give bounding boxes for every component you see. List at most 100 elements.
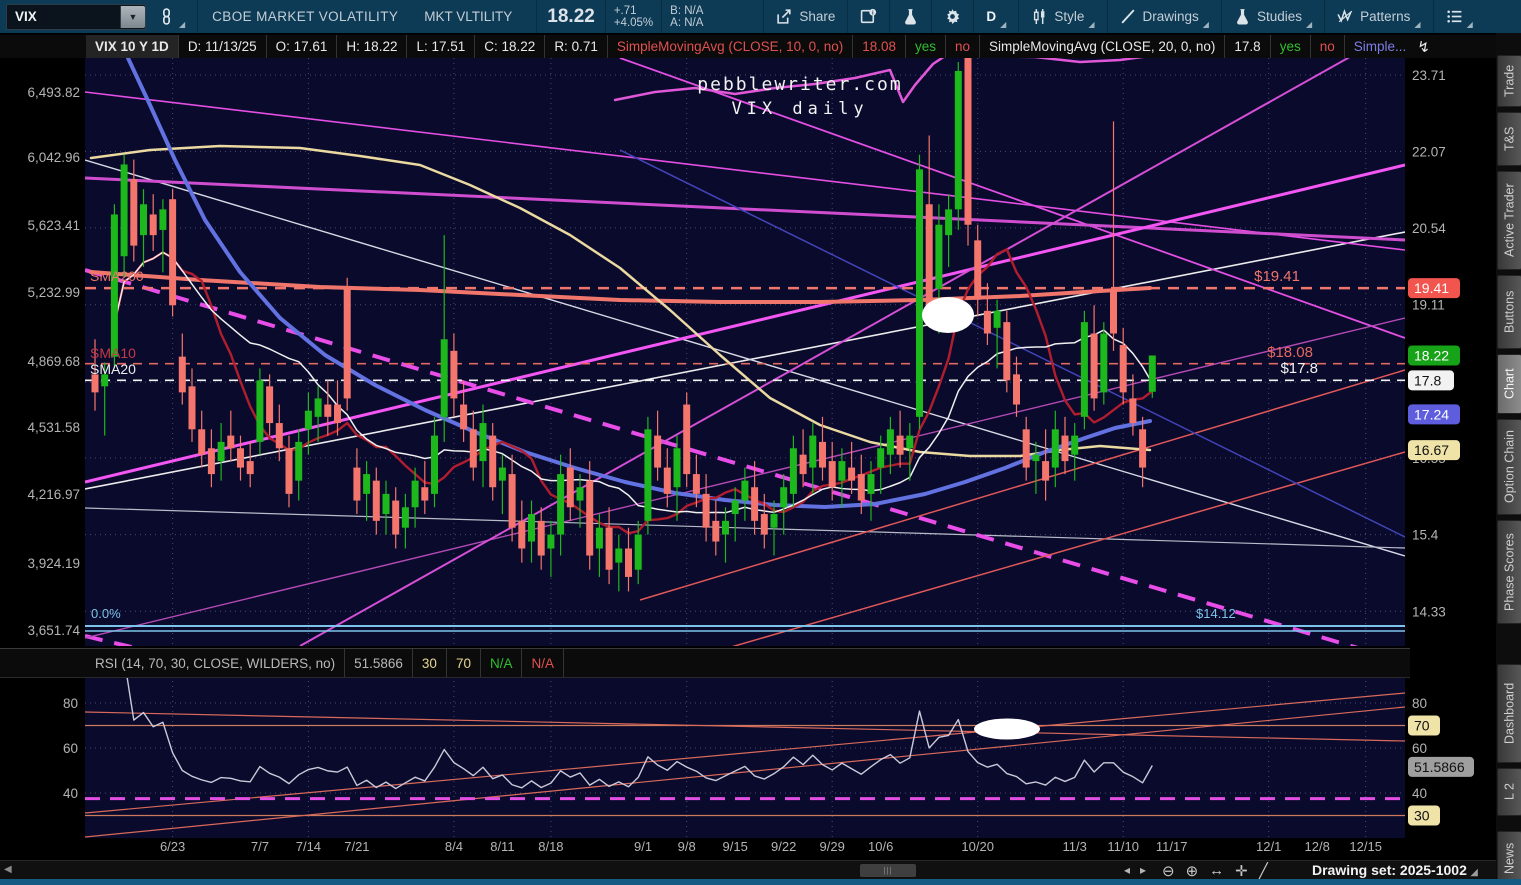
symbol-input[interactable]: VIX ▼ (6, 3, 146, 30)
ohlc-range: R: 0.71 (545, 35, 608, 58)
candle-body (343, 288, 351, 399)
candle-body (557, 474, 565, 535)
draw-line-icon[interactable]: ╱ (1259, 862, 1268, 880)
drawings-button[interactable]: Drawings ◢ (1108, 0, 1221, 33)
candle-body (566, 467, 574, 508)
style-button[interactable]: Style ◢ (1019, 0, 1106, 33)
calendar-info-icon: i (861, 8, 877, 24)
rsi-right-axis-label: 80 (1412, 696, 1427, 711)
candle-body (1061, 435, 1069, 462)
candle-body (1003, 322, 1011, 381)
candle-body (285, 448, 293, 494)
sidebar-tab-option-chain[interactable]: Option Chain (1497, 419, 1521, 515)
sma10-hide-toggle[interactable]: no (946, 35, 981, 58)
candle-body (722, 520, 729, 535)
sma10-show-toggle[interactable]: yes (906, 35, 947, 58)
candle-body (1110, 288, 1117, 334)
chart-menu-button[interactable]: ◢ (1434, 0, 1485, 33)
x-axis-label: 12/8 (1305, 839, 1330, 854)
sidebar-tab-t-s[interactable]: T&S (1497, 112, 1521, 166)
right-axis-label: 22.07 (1412, 144, 1446, 159)
candle-body (751, 487, 759, 521)
sidebar-tab-chart[interactable]: Chart (1497, 354, 1521, 414)
symbol-dropdown-button[interactable]: ▼ (120, 5, 145, 28)
scroll-left-arrow[interactable]: ◀ (4, 864, 12, 875)
drawing-cursor-icon[interactable]: ↯ (1417, 35, 1430, 58)
candle-body (576, 487, 584, 501)
price-badge-text: 16.67 (1414, 442, 1449, 458)
candle-body (848, 467, 856, 481)
sidebar-tab-dashboard[interactable]: Dashboard (1497, 664, 1521, 763)
sidebar-tab-active-trader[interactable]: Active Trader (1497, 171, 1521, 270)
pan-right-icon[interactable]: ▸ (1140, 863, 1156, 877)
sidebar-tab-l-2[interactable]: L 2 (1497, 768, 1521, 816)
link-button[interactable]: ◢ (146, 0, 197, 33)
rsi-badge-text: 70 (1414, 718, 1430, 734)
candle-body (1139, 429, 1147, 468)
share-button[interactable]: Share (764, 0, 847, 33)
pan-left-icon[interactable]: ◂ (1124, 863, 1140, 877)
candle-body (615, 548, 623, 563)
chart-ohlc-strip: VIX 10 Y 1D D: 11/13/25 O: 17.61 H: 18.2… (0, 35, 1496, 58)
candle-body (692, 474, 700, 494)
candle-body (489, 435, 497, 488)
candle-body (110, 214, 118, 357)
candle-body (654, 435, 662, 468)
candle-body (663, 467, 671, 494)
candle-body (237, 448, 244, 468)
main-chart[interactable]: $19.41 $18.08$17.8 SMA200 SMA10SMA20 0.0% $14… (0, 33, 1496, 860)
candle-body (537, 520, 545, 556)
sidebar-tab-buttons[interactable]: Buttons (1497, 275, 1521, 349)
candle-body (993, 310, 1001, 328)
rsi-low-level[interactable]: 30 (413, 649, 447, 677)
right-axis-label: 14.33 (1412, 604, 1446, 619)
rsi-high-level[interactable]: 70 (447, 649, 481, 677)
rsi-study-label[interactable]: RSI (14, 70, 30, CLOSE, WILDERS, no) (86, 649, 346, 677)
candle-body (382, 493, 390, 515)
candle-body (353, 467, 361, 501)
candle-body (498, 467, 506, 481)
studies-button[interactable]: Studies ◢ (1222, 0, 1324, 33)
price-change: +.71 +4.05% (613, 4, 654, 29)
link-icon (162, 8, 171, 25)
zoom-out-icon[interactable]: ⊖ (1162, 862, 1175, 880)
x-axis-label: 7/21 (344, 839, 369, 854)
candle-body (673, 448, 681, 488)
candle-body (460, 404, 468, 430)
sidebar-tab-news[interactable]: News (1497, 831, 1521, 885)
more-studies-label[interactable]: Simple... (1345, 35, 1416, 58)
bottom-accent-bar (0, 879, 1521, 885)
right-axis-label: 23.71 (1412, 68, 1446, 83)
chart-scrollbar[interactable]: ◀ ||| ◂▸ ⊖ ⊕ ↔ ✛ ╱ Drawing set: 2025-100… (0, 860, 1496, 880)
candle-body (324, 404, 332, 417)
sidebar-tab-trade[interactable]: Trade (1497, 55, 1521, 107)
sma20-show-toggle[interactable]: yes (1271, 35, 1311, 58)
drawing-set-selector[interactable]: Drawing set: 2025-1002 ◢ (1312, 862, 1478, 878)
candle-body (683, 404, 691, 475)
candle-body (314, 398, 322, 417)
calendar-events-button[interactable]: i (848, 0, 889, 33)
candle-body (508, 474, 516, 528)
candle-body (149, 214, 157, 236)
left-axis-label: 4,869.68 (27, 354, 80, 369)
candle-body (877, 448, 885, 468)
candle-body (1100, 333, 1108, 393)
expand-horizontal-icon[interactable]: ↔ (1209, 862, 1224, 879)
sma20-study-label[interactable]: SimpleMovingAvg (CLOSE, 20, 0, no) (980, 35, 1226, 58)
x-axis-label: 9/22 (771, 839, 796, 854)
zoom-in-icon[interactable]: ⊕ (1186, 862, 1199, 880)
symbol-value[interactable]: VIX (7, 9, 120, 24)
x-axis-label: 11/3 (1063, 839, 1087, 854)
candle-body (605, 527, 613, 570)
candle-body (207, 448, 215, 475)
analysis-tools-button[interactable] (890, 0, 931, 33)
settings-button[interactable] (932, 0, 973, 33)
timeframe-button[interactable]: D ◢ (974, 0, 1018, 33)
sma10-study-label[interactable]: SimpleMovingAvg (CLOSE, 10, 0, no) (608, 35, 854, 58)
sidebar-tab-phase-scores[interactable]: Phase Scores (1497, 520, 1521, 624)
sma20-hide-toggle[interactable]: no (1311, 35, 1345, 58)
scrollbar-thumb[interactable]: ||| (860, 864, 916, 877)
pan-crosshair-icon[interactable]: ✛ (1235, 862, 1248, 880)
patterns-button[interactable]: Patterns ◢ (1325, 0, 1432, 33)
x-axis-label: 8/11 (490, 839, 514, 854)
